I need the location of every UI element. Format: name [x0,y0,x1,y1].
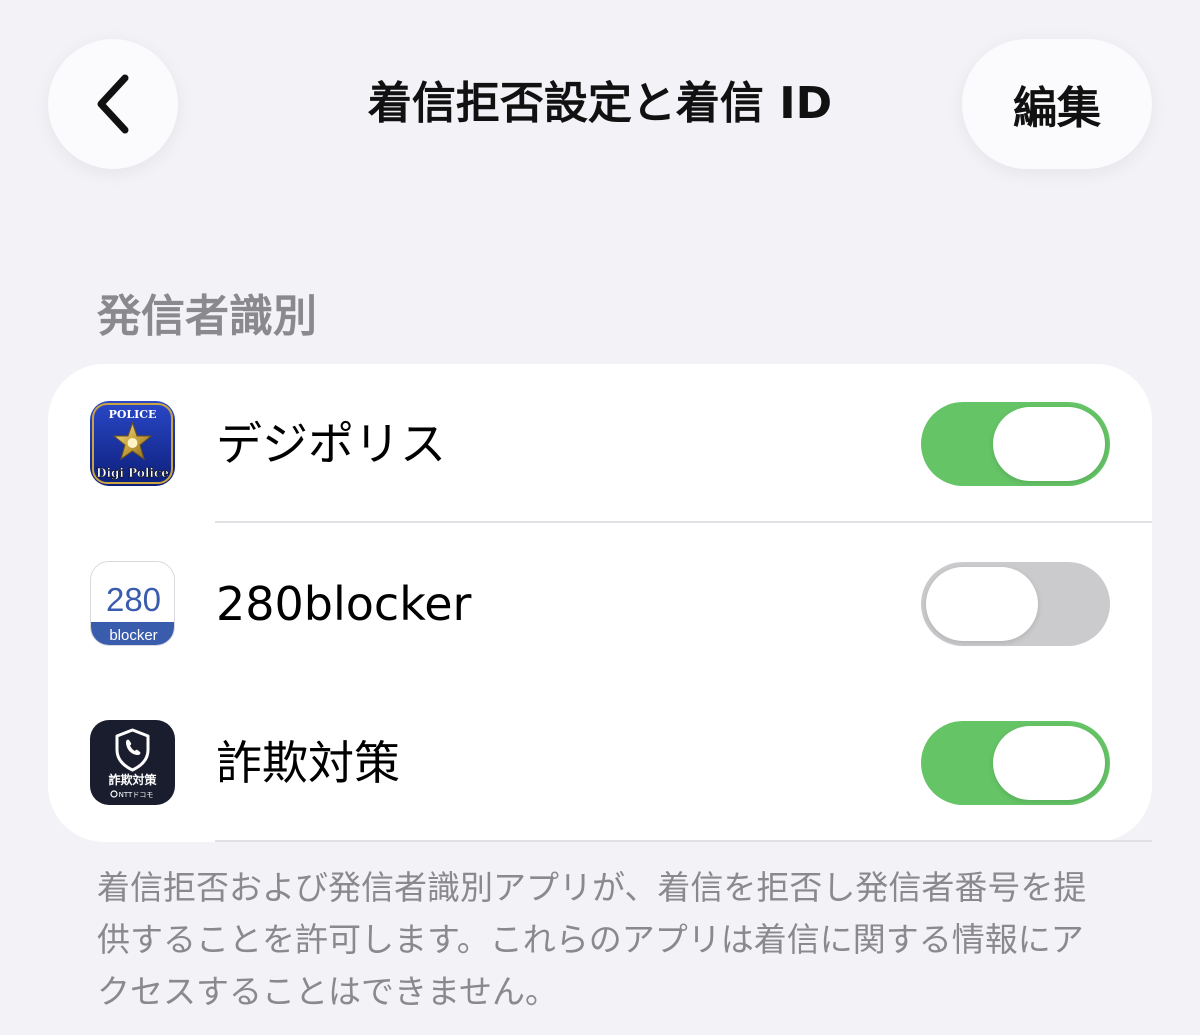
toggle-280blocker[interactable] [921,562,1110,646]
back-button[interactable] [48,39,178,169]
caller-id-apps-list: POLICE Digi Police デジポリス 280 blocker 280… [48,364,1152,842]
fraud-icon-brand-text: NTTドコモ [119,791,154,799]
digipolice-app-icon: POLICE Digi Police [90,401,175,486]
app-label: 詐欺対策 [216,736,400,790]
app-label: デジポリス [216,417,446,471]
toggle-fraud-protection[interactable] [921,721,1110,805]
edit-button[interactable]: 編集 [962,39,1152,169]
toggle-knob [993,726,1105,800]
digipolice-icon-bottom-text: Digi Police [96,466,169,480]
section-header: 発信者識別 [97,291,317,342]
chevron-left-icon [93,72,133,136]
digipolice-icon-top-text: POLICE [109,408,157,421]
fraud-protection-app-icon: 詐欺対策 NTTドコモ [90,720,175,805]
list-item-280blocker: 280 blocker 280blocker [48,524,1152,842]
280blocker-app-icon: 280 blocker [90,561,175,646]
row-divider [215,521,1152,523]
toggle-knob [993,407,1105,481]
page-title: 着信拒否設定と着信 ID [367,78,833,129]
section-footer-note: 着信拒否および発信者識別アプリが、着信を拒否し発信者番号を提供することを許可しま… [97,868,1087,1011]
280blocker-icon-word: blocker [109,627,157,644]
fraud-icon-title-text: 詐欺対策 [108,772,157,787]
list-item-digipolice: POLICE Digi Police デジポリス [48,364,1152,523]
280blocker-icon-number: 280 [106,581,161,618]
toggle-knob [926,567,1038,641]
list-item-fraud-protection: 詐欺対策 NTTドコモ 詐欺対策 [48,683,1152,842]
toggle-digipolice[interactable] [921,402,1110,486]
app-label: 280blocker [216,577,472,631]
